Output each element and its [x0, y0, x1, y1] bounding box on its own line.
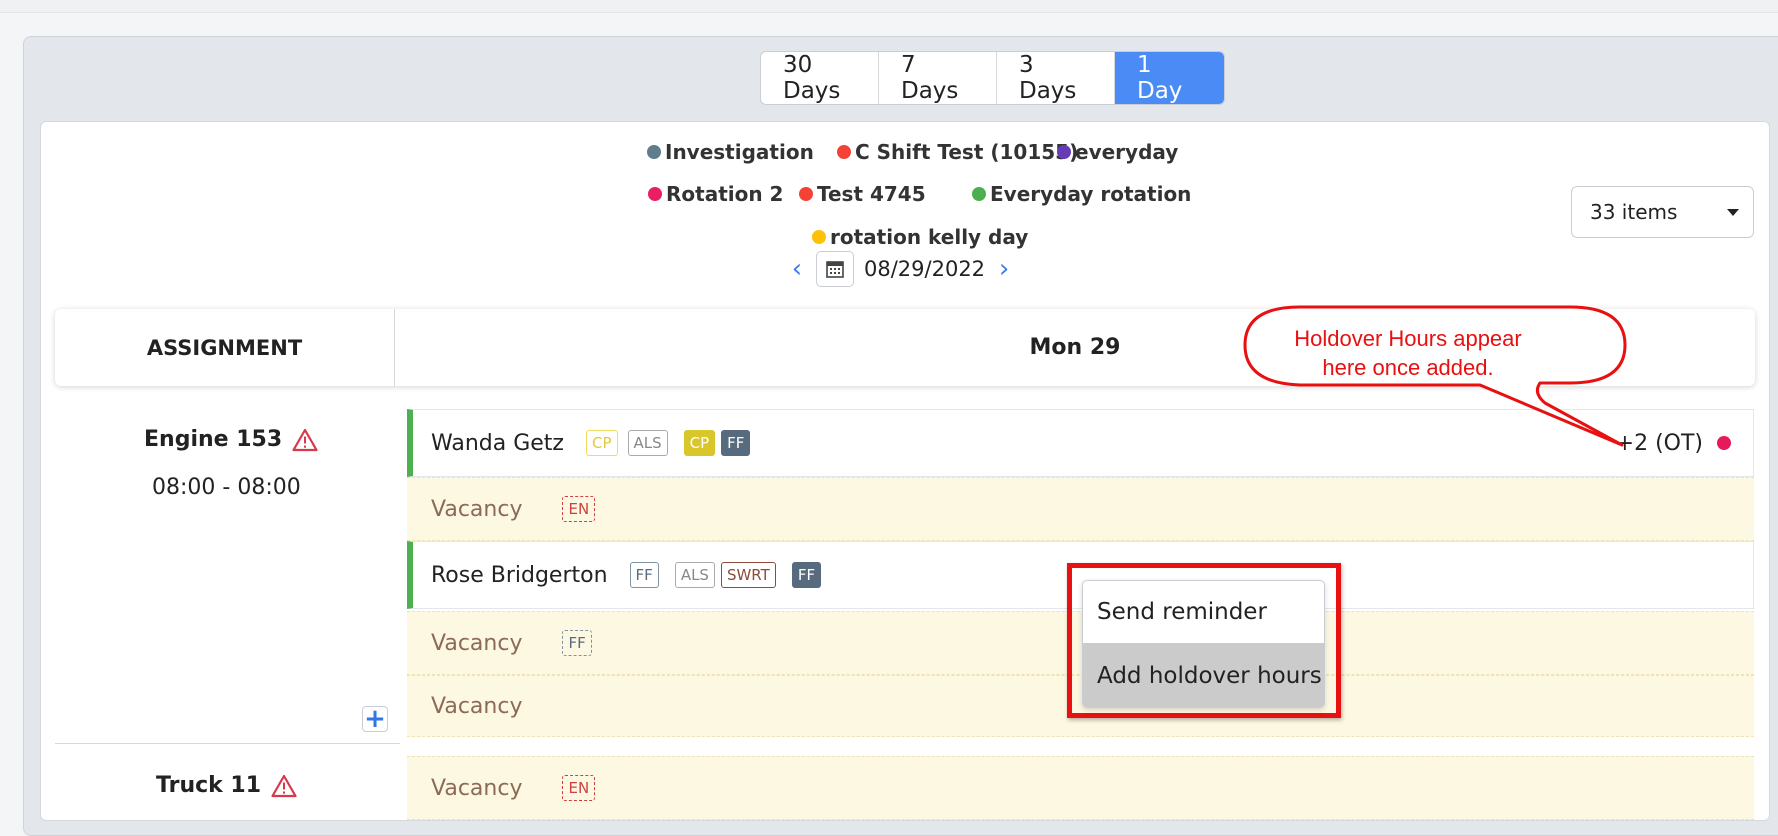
legend-item: C Shift Test (10155) [837, 140, 1078, 164]
legend-dot [972, 187, 986, 201]
vacancy-row[interactable]: Vacancy EN [407, 477, 1754, 541]
calendar-icon[interactable] [816, 251, 854, 287]
chevron-right-icon[interactable]: › [995, 254, 1013, 284]
send-reminder-menu-item[interactable]: Send reminder [1083, 581, 1324, 643]
tab-3-days[interactable]: 3 Days [997, 52, 1115, 104]
qualification-badge: FF [629, 562, 659, 588]
chevron-left-icon[interactable]: ‹ [788, 254, 806, 284]
legend-item: Test 4745 [799, 182, 926, 206]
qualification-badge: FF [562, 630, 592, 656]
qualification-badge: EN [562, 496, 596, 522]
legend-item: everyday [1057, 140, 1178, 164]
staff-name: Wanda Getz [431, 430, 564, 456]
assignment-divider [55, 743, 400, 744]
qualification-badge: CP [683, 430, 716, 456]
caret-down-icon [1727, 209, 1739, 216]
tab-1-day[interactable]: 1 Day [1115, 52, 1224, 104]
legend-dot [648, 187, 662, 201]
date-navigator: ‹ 08/29/2022 › [788, 251, 1013, 287]
qualification-badge: FF [791, 562, 822, 588]
warning-triangle-icon [292, 428, 318, 451]
plus-icon: + [364, 704, 386, 734]
qualification-badge: EN [562, 775, 596, 801]
legend-dot [799, 187, 813, 201]
legend-dot [1057, 145, 1071, 159]
legend-item: Investigation [647, 140, 814, 164]
items-per-page-select[interactable]: 33 items [1571, 186, 1754, 238]
annotation-callout-text: Holdover Hours appear here once added. [1294, 326, 1522, 380]
qualification-badge: ALS [674, 562, 715, 588]
context-menu: Send reminder Add holdover hours [1082, 580, 1325, 708]
rotation-dot [1717, 436, 1731, 450]
assignment-truck-11[interactable]: Truck 11 [156, 773, 297, 798]
qualification-badge: SWRT [720, 562, 776, 588]
tab-30-days[interactable]: 30 Days [761, 52, 879, 104]
top-bar [0, 0, 1778, 13]
qualification-badge: FF [721, 430, 751, 456]
assignment-engine-153[interactable]: Engine 153 [144, 427, 318, 452]
assignment-column-header: ASSIGNMENT [55, 309, 395, 386]
vacancy-row[interactable]: Vacancy EN [407, 756, 1754, 820]
legend-dot [647, 145, 661, 159]
add-shift-button[interactable]: + [362, 706, 388, 732]
legend-item: Rotation 2 [648, 182, 783, 206]
legend-dot [812, 230, 826, 244]
qualification-badge: ALS [627, 430, 668, 456]
legend-dot [837, 145, 851, 159]
staff-name: Rose Bridgerton [431, 562, 608, 588]
current-date: 08/29/2022 [864, 257, 986, 281]
tab-7-days[interactable]: 7 Days [879, 52, 997, 104]
view-tabs: 30 Days 7 Days 3 Days 1 Day [760, 51, 1225, 105]
add-holdover-hours-menu-item[interactable]: Add holdover hours [1083, 643, 1324, 707]
qualification-badge: CP [585, 430, 618, 456]
legend-item: Everyday rotation [972, 182, 1191, 206]
warning-triangle-icon [271, 774, 297, 797]
assignment-time: 08:00 - 08:00 [152, 475, 301, 500]
legend-item: rotation kelly day [812, 225, 1028, 249]
